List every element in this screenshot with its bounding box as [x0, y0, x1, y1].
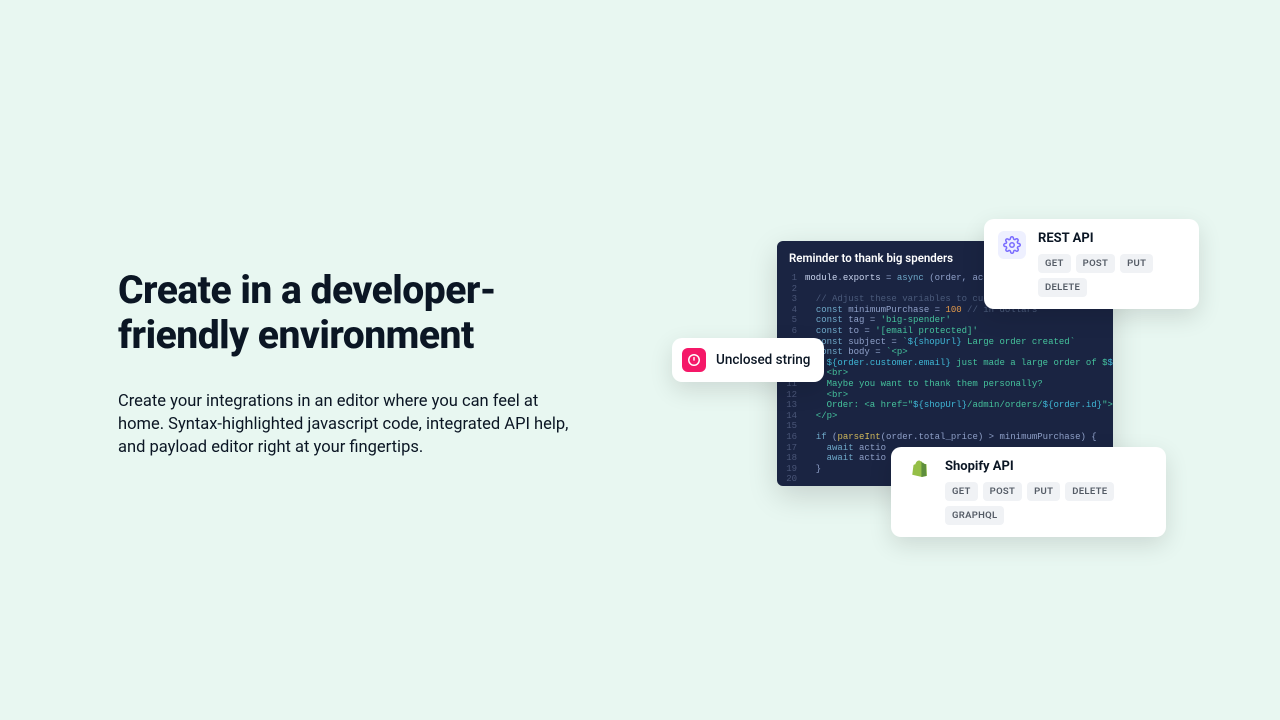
http-method-badge[interactable]: POST: [1076, 254, 1115, 273]
http-method-badge[interactable]: GET: [1038, 254, 1071, 273]
rest-api-title: REST API: [1038, 231, 1185, 246]
code-line[interactable]: const tag = 'big-spender': [805, 315, 1113, 326]
code-line[interactable]: const subject = `${shopUrl} Large order …: [805, 337, 1113, 348]
line-number: 12: [777, 390, 797, 401]
http-method-badge[interactable]: GET: [945, 482, 978, 501]
hero-heading: Create in a developer-friendly environme…: [118, 268, 598, 358]
code-line[interactable]: </p>: [805, 411, 1113, 422]
rest-method-list: GET POST PUT DELETE: [1038, 254, 1185, 297]
line-number: 15: [777, 421, 797, 432]
shopify-api-card: Shopify API GET POST PUT DELETE GRAPHQL: [891, 447, 1166, 537]
code-line[interactable]: <br>: [805, 368, 1113, 379]
line-number: 17: [777, 443, 797, 454]
shopify-method-list: GET POST PUT DELETE GRAPHQL: [945, 482, 1152, 525]
line-number: 16: [777, 432, 797, 443]
line-number: 19: [777, 464, 797, 475]
code-line[interactable]: ${order.customer.email} just made a larg…: [805, 358, 1113, 369]
line-number: 18: [777, 453, 797, 464]
line-number: 5: [777, 315, 797, 326]
hero-section: Create in a developer-friendly environme…: [118, 268, 598, 459]
gear-icon: [998, 231, 1026, 259]
code-line[interactable]: const to = '[email protected]': [805, 326, 1113, 337]
line-number: 20: [777, 474, 797, 485]
line-number: 1: [777, 273, 797, 284]
shopify-icon: [905, 459, 933, 487]
http-method-badge[interactable]: PUT: [1027, 482, 1060, 501]
code-line[interactable]: [805, 421, 1113, 432]
line-number: 4: [777, 305, 797, 316]
code-line[interactable]: Maybe you want to thank them personally?: [805, 379, 1113, 390]
rest-api-card: REST API GET POST PUT DELETE: [984, 219, 1199, 309]
error-message: Unclosed string: [716, 352, 810, 368]
code-line[interactable]: Order: <a href="${shopUrl}/admin/orders/…: [805, 400, 1113, 411]
code-line[interactable]: const body = `<p>: [805, 347, 1113, 358]
line-number: 14: [777, 411, 797, 422]
line-number: 6: [777, 326, 797, 337]
code-line[interactable]: if (parseInt(order.total_price) > minimu…: [805, 432, 1113, 443]
http-method-badge[interactable]: GRAPHQL: [945, 506, 1004, 525]
alert-icon: [682, 348, 706, 372]
http-method-badge[interactable]: PUT: [1120, 254, 1153, 273]
line-number: 13: [777, 400, 797, 411]
hero-description: Create your integrations in an editor wh…: [118, 390, 578, 459]
http-method-badge[interactable]: DELETE: [1038, 278, 1087, 297]
http-method-badge[interactable]: DELETE: [1065, 482, 1114, 501]
line-number: 2: [777, 284, 797, 295]
code-line[interactable]: <br>: [805, 390, 1113, 401]
line-number: 3: [777, 294, 797, 305]
shopify-api-title: Shopify API: [945, 459, 1152, 474]
http-method-badge[interactable]: POST: [983, 482, 1022, 501]
error-tooltip: Unclosed string: [672, 338, 824, 382]
